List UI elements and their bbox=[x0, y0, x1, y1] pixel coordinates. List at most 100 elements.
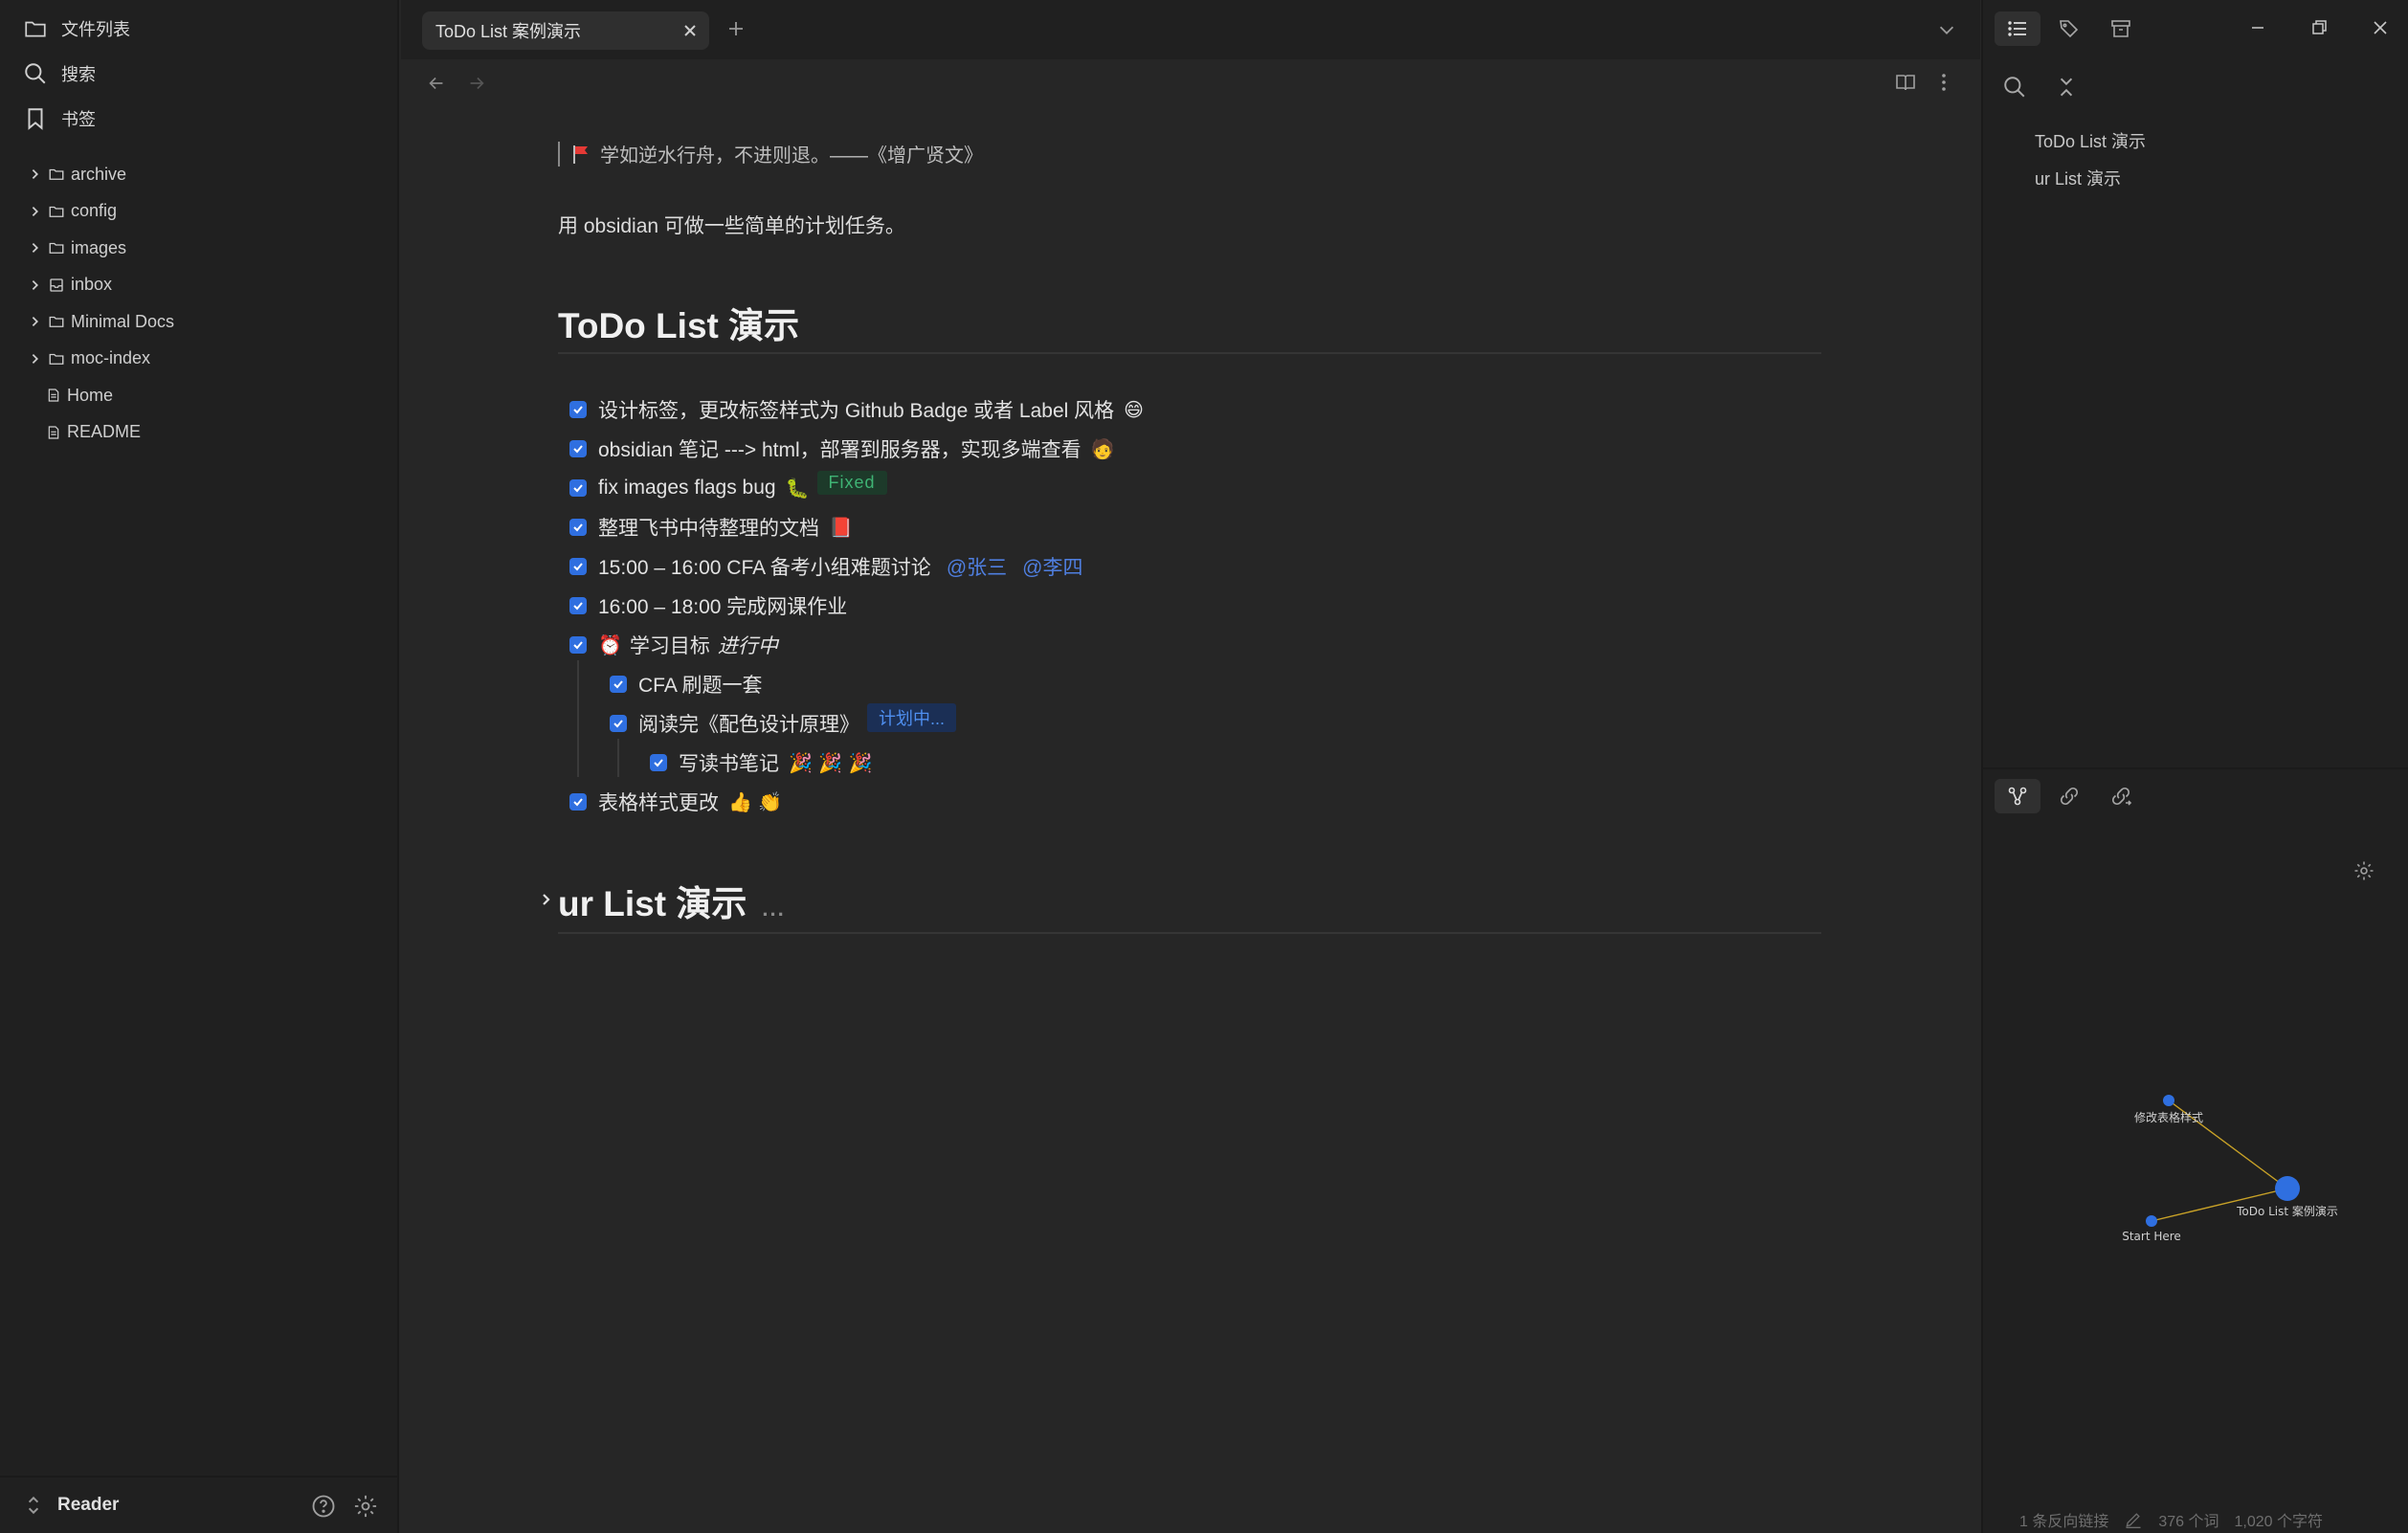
task-text: 表格样式更改 bbox=[598, 792, 719, 814]
red-flag-icon bbox=[573, 144, 588, 164]
tab-outline[interactable] bbox=[1995, 11, 2040, 46]
file-icon bbox=[48, 389, 59, 402]
folder-icon bbox=[49, 206, 64, 217]
fold-chevron-right-icon[interactable] bbox=[539, 892, 554, 907]
quote-line[interactable]: 学如逆水行舟，不进则退。——《增广贤文》 bbox=[558, 140, 983, 167]
settings-gear-icon[interactable] bbox=[352, 1493, 379, 1520]
forward-arrow-icon[interactable] bbox=[466, 73, 487, 94]
back-arrow-icon[interactable] bbox=[426, 73, 447, 94]
tab-bar: ToDo List 案例演示 bbox=[401, 0, 1980, 59]
vault-name[interactable]: Reader bbox=[57, 1495, 119, 1516]
minimize-icon[interactable] bbox=[2247, 17, 2268, 38]
plus-icon[interactable] bbox=[725, 17, 747, 40]
search-button[interactable]: 搜索 bbox=[23, 55, 96, 93]
search-icon[interactable] bbox=[2002, 75, 2027, 100]
tree-folder-config[interactable]: config bbox=[0, 193, 399, 231]
tab-backlinks[interactable] bbox=[2046, 779, 2092, 813]
bookmarks-button[interactable]: 书签 bbox=[23, 100, 96, 138]
search-label: 搜索 bbox=[61, 65, 96, 84]
tree-folder-images[interactable]: images bbox=[0, 230, 399, 267]
mention-tag[interactable]: @李四 bbox=[1022, 552, 1082, 581]
tree-folder-inbox[interactable]: inbox bbox=[0, 267, 399, 304]
tab-local-graph[interactable] bbox=[1995, 779, 2040, 813]
task-checkbox[interactable] bbox=[569, 519, 587, 536]
task-checkbox[interactable] bbox=[569, 793, 587, 811]
chevron-updown-icon[interactable] bbox=[25, 1495, 42, 1516]
tab-todo-list[interactable]: ToDo List 案例演示 bbox=[422, 11, 709, 50]
tree-item-label: Minimal Docs bbox=[71, 311, 175, 331]
status-badge-fixed: Fixed bbox=[816, 470, 887, 495]
folder-icon bbox=[49, 317, 64, 328]
tags-icon bbox=[2060, 20, 2079, 38]
folder-icon bbox=[49, 353, 64, 365]
chevron-right-icon bbox=[32, 279, 38, 290]
task-item: CFA 刷题一套 bbox=[610, 670, 763, 699]
tree-item-label: Home bbox=[67, 385, 114, 405]
thumbs-up-clap-icon: 👍 👏 bbox=[728, 790, 783, 813]
graph-node-label: ToDo List 案例演示 bbox=[2236, 1204, 2338, 1218]
folder-icon bbox=[49, 243, 64, 255]
task-checkbox[interactable] bbox=[569, 440, 587, 457]
outline-item[interactable]: ToDo List 演示 bbox=[2035, 128, 2146, 153]
editor-pane: ToDo List 案例演示 学如逆水行舟，不进则退。——《增广贤文》 用 ob… bbox=[401, 0, 1980, 1533]
chevron-right-icon bbox=[32, 243, 38, 254]
task-checkbox[interactable] bbox=[650, 754, 667, 771]
task-checkbox[interactable] bbox=[569, 597, 587, 614]
tab-tags[interactable] bbox=[2046, 11, 2092, 46]
close-icon[interactable] bbox=[680, 21, 700, 40]
restore-icon[interactable] bbox=[2308, 17, 2330, 38]
help-icon[interactable] bbox=[310, 1493, 337, 1520]
task-text: fix images flags bug bbox=[598, 477, 776, 499]
intro-paragraph: 用 obsidian 可做一些简单的计划任务。 bbox=[558, 215, 905, 237]
outline-item[interactable]: ur List 演示 bbox=[2035, 166, 2121, 190]
task-checkbox[interactable] bbox=[569, 401, 587, 418]
local-graph-view[interactable]: 修改表格样式 ToDo List 案例演示 Start Here bbox=[1983, 1062, 2408, 1292]
vault-switcher-bar: Reader bbox=[0, 1476, 399, 1533]
collapsed-indicator[interactable]: ... bbox=[762, 897, 785, 922]
task-status-italic: 进行中 bbox=[717, 635, 778, 657]
graph-settings-gear-icon[interactable] bbox=[2352, 859, 2375, 882]
tree-item-label: images bbox=[71, 237, 127, 257]
task-item: 阅读完《配色设计原理》 计划中... bbox=[610, 703, 957, 738]
task-item: 写读书笔记 🎉 🎉 🎉 bbox=[650, 748, 872, 777]
party-popper-icon: 🎉 🎉 🎉 bbox=[789, 751, 873, 774]
grin-emoji-icon: 😄 bbox=[1124, 398, 1145, 421]
task-item: 16:00 – 18:00 完成网课作业 bbox=[569, 591, 847, 620]
tree-item-label: config bbox=[71, 201, 118, 221]
tab-archive[interactable] bbox=[2098, 11, 2144, 46]
file-list-button[interactable]: 文件列表 bbox=[23, 10, 130, 48]
graph-node[interactable] bbox=[2163, 1095, 2174, 1106]
close-window-icon[interactable] bbox=[2370, 17, 2391, 38]
backlink-count[interactable]: 1 条反向链接 bbox=[2019, 1508, 2108, 1531]
backlink-icon bbox=[2060, 787, 2079, 806]
tab-outgoing-links[interactable] bbox=[2098, 779, 2144, 813]
task-checkbox[interactable] bbox=[610, 715, 627, 732]
heading-todo-list: ToDo List 演示 bbox=[558, 306, 800, 345]
tree-item-label: archive bbox=[71, 164, 127, 184]
heading-ur-list: ur List 演示 ... bbox=[558, 875, 786, 926]
collapse-all-icon[interactable] bbox=[2054, 75, 2079, 100]
chevron-down-icon[interactable] bbox=[1936, 19, 1957, 40]
task-checkbox[interactable] bbox=[569, 636, 587, 654]
tree-folder-moc-index[interactable]: moc-index bbox=[0, 341, 399, 378]
tree-file-home[interactable]: Home bbox=[0, 377, 399, 414]
tree-item-label: inbox bbox=[71, 275, 113, 295]
pencil-icon[interactable] bbox=[2124, 1510, 2143, 1529]
chevron-right-icon bbox=[32, 206, 38, 216]
folder-icon bbox=[25, 21, 46, 37]
folder-icon bbox=[49, 169, 64, 181]
tree-item-label: moc-index bbox=[71, 348, 151, 368]
task-checkbox[interactable] bbox=[569, 479, 587, 497]
task-checkbox[interactable] bbox=[610, 676, 627, 693]
graph-node[interactable] bbox=[2275, 1176, 2300, 1201]
tree-folder-minimal-docs[interactable]: Minimal Docs bbox=[0, 303, 399, 341]
task-checkbox[interactable] bbox=[569, 558, 587, 575]
more-options-icon[interactable] bbox=[1932, 71, 1955, 94]
graph-node[interactable] bbox=[2146, 1215, 2157, 1227]
graph-node-label: Start Here bbox=[2122, 1230, 2181, 1243]
tree-file-readme[interactable]: README bbox=[0, 414, 399, 452]
chevron-right-icon bbox=[32, 353, 38, 364]
tree-folder-archive[interactable]: archive bbox=[0, 156, 399, 193]
reading-view-icon[interactable] bbox=[1894, 71, 1917, 94]
mention-tag[interactable]: @张三 bbox=[947, 552, 1007, 581]
